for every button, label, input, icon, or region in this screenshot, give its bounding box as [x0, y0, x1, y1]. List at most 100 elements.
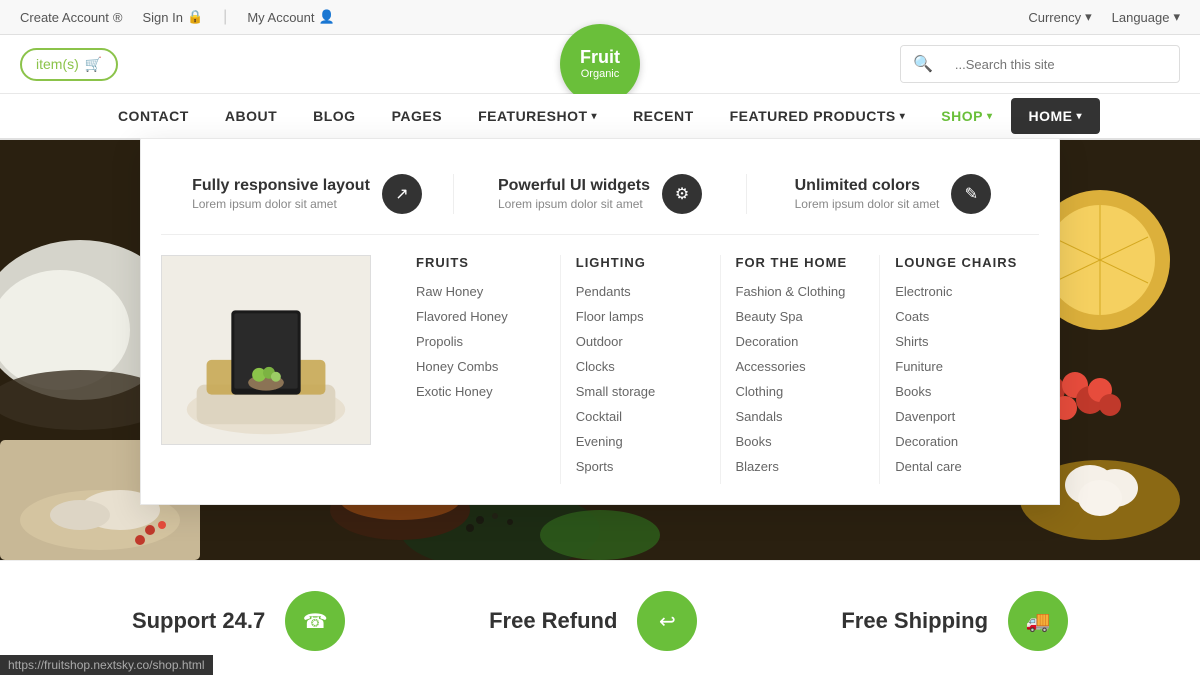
- dropdown-col-lounge: LOUNGE CHAIRS Electronic Coats Shirts Fu…: [879, 255, 1039, 484]
- refund-icon: ↩: [659, 609, 676, 634]
- cart-button[interactable]: item(s) 🛒: [20, 48, 118, 81]
- feature-2-icon-btn[interactable]: ⚙: [662, 174, 702, 214]
- col-item-decoration-lounge[interactable]: Decoration: [895, 434, 1024, 449]
- sign-in-link[interactable]: Sign In 🔒: [142, 9, 203, 25]
- col-item-cocktail[interactable]: Cocktail: [576, 409, 705, 424]
- language-chevron: ▾: [1173, 9, 1180, 25]
- shipping-title: Free Shipping: [841, 608, 988, 634]
- bottom-feature-refund: Free Refund ↩: [489, 591, 697, 651]
- my-account-link[interactable]: My Account 👤: [247, 9, 334, 25]
- nav-shop[interactable]: SHOP ▾: [923, 94, 1010, 138]
- cart-label: item(s): [36, 56, 79, 72]
- col-item-floor-lamps[interactable]: Floor lamps: [576, 309, 705, 324]
- search-bar: 🔍: [900, 45, 1180, 83]
- dropdown-col-home: FOR THE HOME Fashion & Clothing Beauty S…: [720, 255, 880, 484]
- nav-blog-label: BLOG: [313, 108, 355, 124]
- col-header-lighting: LIGHTING: [576, 255, 705, 270]
- dropdown-product-image: [161, 255, 381, 484]
- col-item-pendants[interactable]: Pendants: [576, 284, 705, 299]
- features-row: Fully responsive layout Lorem ipsum dolo…: [161, 159, 1039, 235]
- language-dropdown[interactable]: Language ▾: [1112, 9, 1180, 25]
- nav-recent[interactable]: RECENT: [615, 94, 712, 138]
- logo-organic-text: Organic: [581, 68, 620, 80]
- bottom-feature-support: Support 24.7 ☎: [132, 591, 345, 651]
- col-item-shirts[interactable]: Shirts: [895, 334, 1024, 349]
- feature-2-icon: ⚙: [675, 184, 689, 204]
- dropdown-col-fruits: FRUITS Raw Honey Flavored Honey Propolis…: [401, 255, 560, 484]
- feature-2-desc: Lorem ipsum dolor sit amet: [498, 197, 650, 211]
- dropdown-columns: FRUITS Raw Honey Flavored Honey Propolis…: [401, 255, 1039, 484]
- col-item-sandals[interactable]: Sandals: [736, 409, 865, 424]
- col-item-outdoor[interactable]: Outdoor: [576, 334, 705, 349]
- feature-1: Fully responsive layout Lorem ipsum dolo…: [161, 174, 453, 214]
- cart-icon: 🛒: [85, 56, 102, 73]
- top-bar-left: Create Account ® Sign In 🔒 | My Account …: [20, 8, 335, 26]
- feature-2-title: Powerful UI widgets: [498, 177, 650, 195]
- col-item-funiture[interactable]: Funiture: [895, 359, 1024, 374]
- col-item-flavored-honey[interactable]: Flavored Honey: [416, 309, 545, 324]
- support-title: Support 24.7: [132, 608, 265, 634]
- main-nav: CONTACT ABOUT BLOG PAGES FEATURESHOT ▾ R…: [0, 94, 1200, 140]
- col-item-coats[interactable]: Coats: [895, 309, 1024, 324]
- product-img-placeholder: [161, 255, 371, 445]
- col-header-fruits: FRUITS: [416, 255, 545, 270]
- currency-dropdown[interactable]: Currency ▾: [1028, 9, 1091, 25]
- col-item-exotic-honey[interactable]: Exotic Honey: [416, 384, 545, 399]
- col-item-fashion-clothing[interactable]: Fashion & Clothing: [736, 284, 865, 299]
- col-item-raw-honey[interactable]: Raw Honey: [416, 284, 545, 299]
- search-input[interactable]: [945, 49, 1179, 80]
- nav-blog[interactable]: BLOG: [295, 94, 373, 138]
- col-item-sports[interactable]: Sports: [576, 459, 705, 474]
- col-item-clothing[interactable]: Clothing: [736, 384, 865, 399]
- col-item-honey-combs[interactable]: Honey Combs: [416, 359, 545, 374]
- dropdown-col-lighting: LIGHTING Pendants Floor lamps Outdoor Cl…: [560, 255, 720, 484]
- nav-contact-label: CONTACT: [118, 108, 189, 124]
- feature-3-icon-btn[interactable]: ✎: [951, 174, 991, 214]
- col-item-dental-care[interactable]: Dental care: [895, 459, 1024, 474]
- col-item-decoration-home[interactable]: Decoration: [736, 334, 865, 349]
- nav-about-label: ABOUT: [225, 108, 277, 124]
- col-item-blazers[interactable]: Blazers: [736, 459, 865, 474]
- col-item-books-home[interactable]: Books: [736, 434, 865, 449]
- refund-icon-circle: ↩: [637, 591, 697, 651]
- col-item-books-lounge[interactable]: Books: [895, 384, 1024, 399]
- col-item-davenport[interactable]: Davenport: [895, 409, 1024, 424]
- nav-home[interactable]: HOME ▾: [1011, 98, 1101, 134]
- header-left: item(s) 🛒: [20, 48, 118, 81]
- language-label: Language: [1112, 10, 1170, 25]
- nav-contact[interactable]: CONTACT: [100, 94, 207, 138]
- create-account-label: Create Account: [20, 10, 109, 25]
- search-button[interactable]: 🔍: [901, 46, 945, 82]
- my-account-label: My Account: [247, 10, 314, 25]
- support-icon: ☎: [303, 609, 328, 634]
- col-item-beauty-spa[interactable]: Beauty Spa: [736, 309, 865, 324]
- nav-about[interactable]: ABOUT: [207, 94, 295, 138]
- currency-chevron: ▾: [1085, 9, 1092, 25]
- nav-featureshot[interactable]: FEATURESHOT ▾: [460, 94, 615, 138]
- logo[interactable]: Fruit Organic: [560, 24, 640, 104]
- dropdown-content: FRUITS Raw Honey Flavored Honey Propolis…: [161, 255, 1039, 484]
- col-item-accessories[interactable]: Accessories: [736, 359, 865, 374]
- shop-chevron: ▾: [987, 111, 993, 122]
- register-icon: ®: [113, 10, 123, 25]
- feature-1-desc: Lorem ipsum dolor sit amet: [192, 197, 370, 211]
- col-item-electronic[interactable]: Electronic: [895, 284, 1024, 299]
- status-bar: https://fruitshop.nextsky.co/shop.html: [0, 655, 213, 675]
- logo-fruit-text: Fruit: [580, 48, 620, 68]
- featureshot-chevron: ▾: [592, 111, 598, 122]
- currency-label: Currency: [1028, 10, 1081, 25]
- col-item-evening[interactable]: Evening: [576, 434, 705, 449]
- nav-pages[interactable]: PAGES: [374, 94, 460, 138]
- user-icon: 👤: [319, 9, 335, 25]
- col-item-small-storage[interactable]: Small storage: [576, 384, 705, 399]
- feature-1-icon-btn[interactable]: ↗: [382, 174, 422, 214]
- nav-pages-label: PAGES: [392, 108, 442, 124]
- shipping-icon-circle: 🚚: [1008, 591, 1068, 651]
- feature-1-icon: ↗: [395, 184, 408, 204]
- create-account-link[interactable]: Create Account ®: [20, 10, 122, 25]
- feature-2: Powerful UI widgets Lorem ipsum dolor si…: [453, 174, 746, 214]
- home-chevron: ▾: [1077, 111, 1083, 122]
- col-item-clocks[interactable]: Clocks: [576, 359, 705, 374]
- nav-featured-products[interactable]: FEATURED PRODUCTS ▾: [712, 94, 924, 138]
- col-item-propolis[interactable]: Propolis: [416, 334, 545, 349]
